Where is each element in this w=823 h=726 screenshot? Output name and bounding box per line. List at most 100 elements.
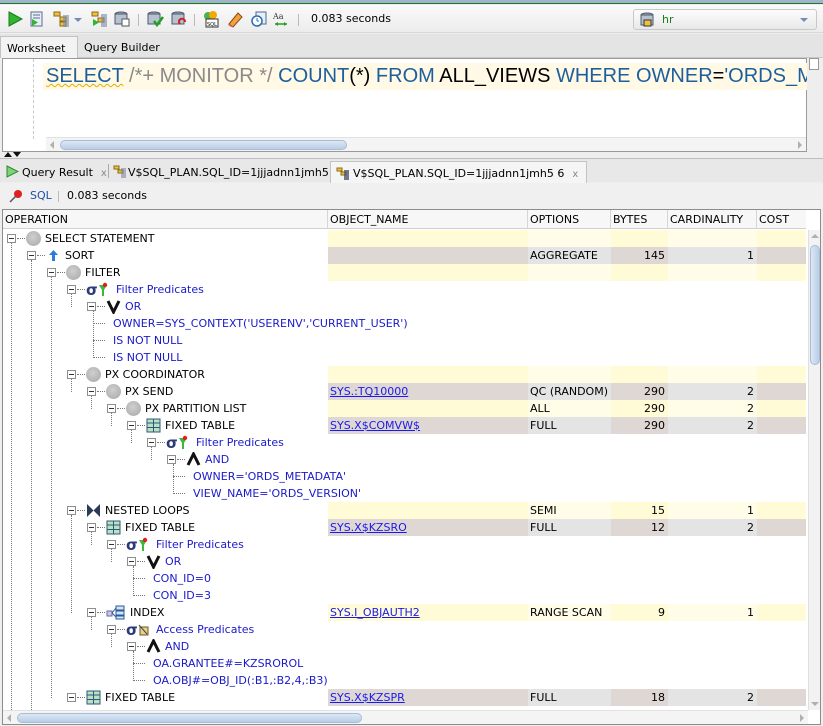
collapse-toggle-icon[interactable] bbox=[87, 302, 96, 311]
plan-row[interactable]: OA.OBJ#=OBJ_ID(:B1,:B2,4,:B3) bbox=[3, 672, 806, 689]
grid-scroll-thumb[interactable] bbox=[810, 245, 820, 365]
plan-row[interactable]: PX SEND SYS.:TQ10000 QC (RANDOM) 290 2 bbox=[3, 383, 806, 400]
plan-row[interactable]: VIEW_NAME='ORDS_VERSION' bbox=[3, 485, 806, 502]
column-header-object-name[interactable]: OBJECT_NAME bbox=[330, 213, 409, 226]
plan-row[interactable]: CON_ID=3 bbox=[3, 587, 806, 604]
plan-row[interactable]: AND bbox=[3, 638, 806, 655]
collapse-toggle-icon[interactable] bbox=[7, 234, 16, 243]
plan-row[interactable]: FIXED TABLE SYS.X$KZSPR FULL 18 2 bbox=[3, 689, 806, 706]
column-header-cost[interactable]: COST bbox=[759, 213, 789, 226]
grid-vertical-scrollbar[interactable] bbox=[808, 230, 820, 710]
scroll-up-icon[interactable] bbox=[811, 234, 819, 238]
plan-row[interactable]: OWNER=SYS_CONTEXT('USERENV','CURRENT_USE… bbox=[3, 315, 806, 332]
object-name-link[interactable] bbox=[328, 400, 528, 417]
grid-scroll-thumb[interactable] bbox=[17, 713, 362, 723]
scroll-right-icon[interactable] bbox=[800, 714, 804, 722]
plan-row[interactable]: σ Filter Predicates bbox=[3, 281, 806, 298]
plan-row[interactable]: OA.GRANTEE#=KZSROROL bbox=[3, 655, 806, 672]
plan-row[interactable]: IS NOT NULL bbox=[3, 332, 806, 349]
clear-icon[interactable] bbox=[226, 10, 244, 28]
plan-row[interactable]: PX PARTITION LIST ALL 290 2 bbox=[3, 400, 806, 417]
column-divider[interactable] bbox=[610, 210, 611, 229]
editor-scroll-thumb[interactable] bbox=[60, 140, 347, 150]
chevron-down-icon[interactable] bbox=[800, 18, 808, 22]
sql-editor[interactable]: SELECT /*+ MONITOR */ COUNT(*) FROM ALL_… bbox=[2, 58, 807, 152]
object-name-link[interactable] bbox=[328, 366, 528, 383]
scroll-left-icon[interactable] bbox=[50, 141, 54, 149]
scroll-right-icon[interactable] bbox=[798, 141, 802, 149]
plan-row[interactable]: FILTER bbox=[3, 264, 806, 281]
plan-row[interactable]: AND bbox=[3, 451, 806, 468]
collapse-toggle-icon[interactable] bbox=[107, 625, 116, 634]
plan-row[interactable]: σ Filter Predicates bbox=[3, 536, 806, 553]
collapse-toggle-icon[interactable] bbox=[87, 608, 96, 617]
maximize-results-icon[interactable] bbox=[13, 152, 21, 157]
plan-row[interactable]: OWNER='ORDS_METADATA' bbox=[3, 468, 806, 485]
plan-row[interactable]: OR bbox=[3, 553, 806, 570]
column-header-bytes[interactable]: BYTES bbox=[613, 213, 647, 226]
tab-query-result[interactable]: Query Result x bbox=[6, 161, 107, 183]
collapse-toggle-icon[interactable] bbox=[127, 421, 136, 430]
plan-row[interactable]: OR bbox=[3, 298, 806, 315]
sql-history-icon[interactable] bbox=[250, 10, 268, 28]
column-header-cardinality[interactable]: CARDINALITY bbox=[670, 213, 743, 226]
object-name-link[interactable] bbox=[328, 230, 528, 247]
scroll-down-icon[interactable] bbox=[811, 702, 819, 706]
unshared-sql-worksheet-icon[interactable]: SQL bbox=[202, 10, 220, 28]
column-header-options[interactable]: OPTIONS bbox=[530, 213, 579, 226]
object-name-link[interactable]: SYS.X$COMVW$ bbox=[328, 417, 528, 434]
column-divider[interactable] bbox=[667, 210, 668, 229]
close-icon[interactable]: x bbox=[572, 169, 578, 180]
format-case-icon[interactable]: Aa bbox=[272, 10, 290, 28]
collapse-toggle-icon[interactable] bbox=[87, 387, 96, 396]
object-name-link[interactable] bbox=[328, 502, 528, 519]
run-statement-icon[interactable] bbox=[6, 10, 24, 28]
collapse-toggle-icon[interactable] bbox=[107, 540, 116, 549]
plan-row[interactable]: FIXED TABLE SYS.X$KZSRO FULL 12 2 bbox=[3, 519, 806, 536]
autotrace-icon[interactable] bbox=[90, 10, 108, 28]
connection-selector[interactable]: hr bbox=[633, 9, 817, 30]
collapse-toggle-icon[interactable] bbox=[107, 404, 116, 413]
object-name-link[interactable]: SYS.I_OBJAUTH2 bbox=[328, 604, 528, 621]
sql-link[interactable]: SQL bbox=[30, 189, 52, 202]
plan-row[interactable]: IS NOT NULL bbox=[3, 349, 806, 366]
explain-plan-icon[interactable] bbox=[52, 10, 70, 28]
column-header-operation[interactable]: OPERATION bbox=[5, 213, 68, 226]
tab-worksheet[interactable]: Worksheet bbox=[0, 36, 78, 58]
plan-row[interactable]: SELECT STATEMENT bbox=[3, 230, 806, 247]
tab-sql-plan-1[interactable]: V$SQL_PLAN.SQL_ID=1jjjadnn1jmh5x bbox=[113, 161, 343, 183]
object-name-link[interactable]: SYS.X$KZSPR bbox=[328, 689, 528, 706]
object-name-link[interactable] bbox=[328, 264, 528, 281]
plan-row[interactable]: SORT AGGREGATE 145 1 bbox=[3, 247, 806, 264]
commit-icon[interactable] bbox=[146, 10, 164, 28]
object-name-link[interactable]: SYS.X$KZSRO bbox=[328, 519, 528, 536]
plan-row[interactable]: INDEX SYS.I_OBJAUTH2 RANGE SCAN 9 1 bbox=[3, 604, 806, 621]
scroll-left-icon[interactable] bbox=[7, 714, 11, 722]
plan-row[interactable]: σ Access Predicates bbox=[3, 621, 806, 638]
tab-sql-plan-2[interactable]: V$SQL_PLAN.SQL_ID=1jjjadnn1jmh5 6 x bbox=[330, 161, 588, 183]
collapse-toggle-icon[interactable] bbox=[27, 251, 36, 260]
collapse-toggle-icon[interactable] bbox=[67, 506, 76, 515]
plan-row[interactable]: NESTED LOOPS SEMI 15 1 bbox=[3, 502, 806, 519]
editor-horizontal-scrollbar[interactable] bbox=[46, 137, 806, 151]
collapse-toggle-icon[interactable] bbox=[67, 285, 76, 294]
collapse-toggle-icon[interactable] bbox=[167, 455, 176, 464]
collapse-toggle-icon[interactable] bbox=[127, 642, 136, 651]
rollback-icon[interactable] bbox=[170, 10, 188, 28]
tab-query-builder[interactable]: Query Builder bbox=[78, 36, 166, 58]
collapse-toggle-icon[interactable] bbox=[67, 693, 76, 702]
plan-row[interactable]: σ Filter Predicates bbox=[3, 434, 806, 451]
object-name-link[interactable]: SYS.:TQ10000 bbox=[328, 383, 528, 400]
column-divider[interactable] bbox=[527, 210, 528, 229]
grid-horizontal-scrollbar[interactable] bbox=[3, 710, 808, 724]
collapse-toggle-icon[interactable] bbox=[127, 557, 136, 566]
object-name-link[interactable] bbox=[328, 247, 528, 264]
sql-tuning-advisor-icon[interactable] bbox=[113, 10, 131, 28]
pin-icon[interactable] bbox=[9, 189, 23, 203]
plan-row[interactable]: FIXED TABLE SYS.X$COMVW$ FULL 290 2 bbox=[3, 417, 806, 434]
column-divider[interactable] bbox=[327, 210, 328, 229]
collapse-toggle-icon[interactable] bbox=[67, 370, 76, 379]
maximize-editor-icon[interactable] bbox=[4, 152, 12, 157]
explain-plan-dropdown-icon[interactable] bbox=[73, 10, 83, 28]
column-divider[interactable] bbox=[756, 210, 757, 229]
